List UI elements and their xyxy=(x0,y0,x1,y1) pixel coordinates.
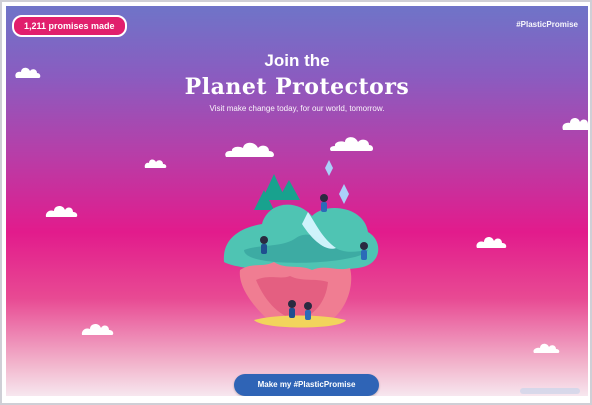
footer-hint xyxy=(520,388,580,394)
title-line-2: Planet Protectors xyxy=(184,74,410,100)
hero-subtitle: Visit make change today, for our world, … xyxy=(209,104,385,113)
hero-banner: 1,211 promises made #PlasticPromise Join… xyxy=(6,6,588,396)
floating-island-illustration xyxy=(223,160,379,328)
hashtag-label: #PlasticPromise xyxy=(516,20,578,29)
promises-badge: 1,211 promises made xyxy=(12,15,127,37)
cloud-icon xyxy=(330,137,374,151)
cloud-icon xyxy=(476,236,507,248)
cloud-icon xyxy=(45,205,78,217)
cloud-icon xyxy=(562,118,588,130)
cloud-icon xyxy=(81,323,114,335)
cloud-icon xyxy=(15,67,41,78)
title-line-1: Join the xyxy=(264,51,330,70)
cloud-icon xyxy=(144,159,167,168)
cloud-icon xyxy=(533,343,560,353)
screenshot-frame: 1,211 promises made #PlasticPromise Join… xyxy=(0,0,592,405)
make-promise-button[interactable]: Make my #PlasticPromise xyxy=(234,374,379,396)
